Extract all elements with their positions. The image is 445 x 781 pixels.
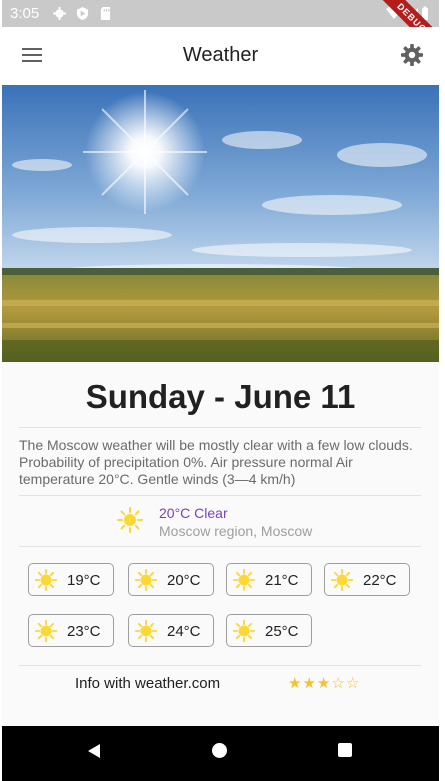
sunny-field-image	[2, 85, 439, 362]
sd-card-icon	[100, 7, 111, 20]
star-empty-icon: ☆	[331, 675, 346, 692]
info-source: Info with weather.com	[75, 675, 221, 692]
current-location: Moscow region, Moscow	[159, 523, 313, 539]
forecast-temp: 25°C	[265, 623, 299, 640]
forecast-chip[interactable]: 25°C	[226, 614, 312, 647]
sun-icon	[331, 569, 353, 591]
page-title: Weather	[182, 44, 259, 66]
star-filled-icon: ★	[302, 675, 317, 692]
forecast-temp: 23°C	[67, 623, 101, 640]
forecast-temp: 20°C	[167, 572, 201, 589]
forecast-temp: 21°C	[265, 572, 299, 589]
play-protect-icon	[76, 7, 89, 20]
forecast-temp: 19°C	[67, 572, 101, 589]
home-icon[interactable]	[212, 743, 227, 758]
sun-icon	[35, 569, 57, 591]
day-title: Sunday - June 11	[85, 378, 356, 415]
app-frame: 3:05 DEBUG Weather Sunday - June 11 The …	[2, 0, 439, 781]
current-condition: 20°C Clear	[159, 505, 228, 521]
forecast-chip[interactable]: 23°C	[28, 614, 114, 647]
forecast-temp: 22°C	[363, 572, 397, 589]
sun-icon	[135, 569, 157, 591]
status-bar: 3:05 DEBUG	[2, 0, 439, 63]
divider	[19, 546, 421, 547]
forecast-chip[interactable]: 21°C	[226, 563, 312, 596]
hero-image	[2, 85, 439, 362]
system-nav-bar	[2, 726, 439, 781]
sun-icon	[233, 569, 255, 591]
star-empty-icon: ☆	[345, 675, 361, 692]
rating-stars: ★★★☆☆	[288, 674, 360, 692]
star-filled-icon: ★	[316, 675, 332, 692]
status-time: 3:05	[10, 5, 40, 22]
sun-icon	[117, 507, 143, 533]
forecast-temp: 24°C	[167, 623, 201, 640]
sun-icon	[135, 620, 157, 642]
divider	[19, 427, 421, 428]
forecast-chip[interactable]: 24°C	[128, 614, 214, 647]
sun-icon	[35, 620, 57, 642]
divider	[19, 495, 421, 496]
back-icon[interactable]	[86, 743, 102, 759]
star-filled-icon: ★	[288, 675, 303, 692]
sun-icon	[233, 620, 255, 642]
divider	[19, 665, 421, 666]
forecast-chip[interactable]: 20°C	[128, 563, 214, 596]
forecast-chip[interactable]: 19°C	[28, 563, 114, 596]
recent-apps-icon[interactable]	[338, 743, 352, 757]
forecast-chip[interactable]: 22°C	[324, 563, 410, 596]
weather-description: The Moscow weather will be mostly clear …	[19, 437, 413, 487]
gear-icon[interactable]	[401, 44, 423, 66]
settings-gear-status-icon	[53, 7, 66, 20]
app-bar: Weather	[2, 27, 439, 85]
